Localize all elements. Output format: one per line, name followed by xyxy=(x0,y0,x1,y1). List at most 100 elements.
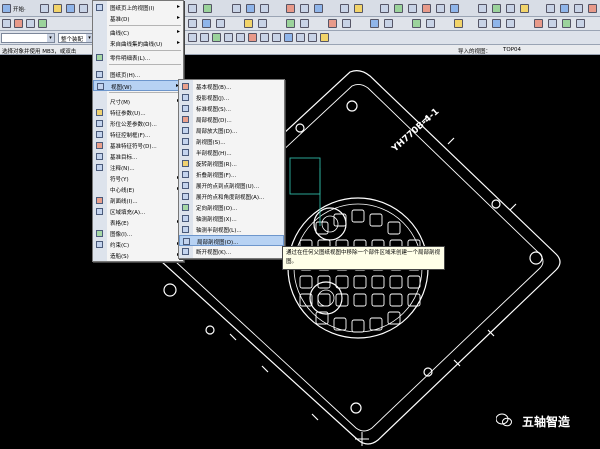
start-menu-button[interactable]: 开始· xyxy=(13,5,26,13)
select-icon[interactable] xyxy=(2,19,11,28)
pattern-icon[interactable] xyxy=(412,19,421,28)
menu-item-hatch[interactable]: 剖面线(I)... xyxy=(93,195,183,206)
detail-icon[interactable] xyxy=(560,4,569,13)
menu-item-projected-view[interactable]: 投影视图(J)... xyxy=(179,92,284,103)
offset-icon[interactable] xyxy=(328,19,337,28)
zoom-icon[interactable] xyxy=(232,4,241,13)
save-icon[interactable] xyxy=(66,4,75,13)
snap-endpoint-icon[interactable] xyxy=(188,33,197,42)
mirror-icon[interactable] xyxy=(342,19,351,28)
style-icon[interactable] xyxy=(534,19,543,28)
table-icon[interactable] xyxy=(450,4,459,13)
line-icon[interactable] xyxy=(202,19,211,28)
trim-icon[interactable] xyxy=(286,19,295,28)
fillet-icon[interactable] xyxy=(384,19,393,28)
menu-item-note[interactable]: 注释(N)... xyxy=(93,162,183,173)
pan-icon[interactable] xyxy=(246,4,255,13)
menu-item-partial-view[interactable]: 局部视图(D)... xyxy=(179,114,284,125)
crosshair-icon[interactable] xyxy=(258,19,267,28)
menu-item-half-section[interactable]: 半剖视图(H)... xyxy=(179,147,284,158)
shade-icon[interactable] xyxy=(300,4,309,13)
snap-intersection-icon[interactable] xyxy=(236,33,245,42)
menu-item-gdt-param[interactable]: 形位公差参数(O)... xyxy=(93,118,183,129)
grid-icon[interactable] xyxy=(38,19,47,28)
menu-item-unfolded-p2p[interactable]: 展开的点到点剖视图(U)... xyxy=(179,180,284,191)
snap-arc-icon[interactable] xyxy=(272,33,281,42)
dimension-icon[interactable] xyxy=(408,4,417,13)
menu-item-broken-view[interactable]: 断开视图(K)... xyxy=(179,246,284,257)
align-icon[interactable] xyxy=(506,19,515,28)
scope-combo[interactable]: 整个装配 ▾ xyxy=(58,33,94,43)
menu-item-constraint[interactable]: 约束(C)▸ xyxy=(93,239,183,250)
hatch-icon[interactable] xyxy=(492,4,501,13)
menu-item-detail-view[interactable]: 局部放大图(D)... xyxy=(179,125,284,136)
menu-item-table[interactable]: 表格(E)▸ xyxy=(93,217,183,228)
menu-item-curve-from-set[interactable]: 来自曲线集的曲线(U) ▸ xyxy=(93,38,183,49)
font-icon[interactable] xyxy=(562,19,571,28)
measure-icon[interactable] xyxy=(380,4,389,13)
snap-bounded-icon[interactable] xyxy=(320,33,329,42)
symbol-icon[interactable] xyxy=(436,4,445,13)
menu-item-view[interactable]: 视图(W)▸ xyxy=(93,80,183,91)
circle-icon[interactable] xyxy=(244,19,253,28)
menu-item-dimension[interactable]: 尺寸(M)▸ xyxy=(93,96,183,107)
snap-midpoint-icon[interactable] xyxy=(200,33,209,42)
section-icon[interactable] xyxy=(546,4,555,13)
menu-item-symbol[interactable]: 符号(Y)▸ xyxy=(93,173,183,184)
centerline-icon[interactable] xyxy=(478,4,487,13)
menu-item-area-fill[interactable]: 区域填充(A)... xyxy=(93,206,183,217)
menu-item-parts-list[interactable]: 零件明细表(L)... xyxy=(93,52,183,63)
print-icon[interactable] xyxy=(79,4,88,13)
menu-item-standard-view[interactable]: 标准视图(S)... xyxy=(179,103,284,114)
menu-item-folded-section[interactable]: 折叠剖视图(F)... xyxy=(179,169,284,180)
menu-item-view-on-sheet[interactable]: 图纸页上的视图(I) ▸ xyxy=(93,2,183,13)
menu-item-base-view[interactable]: 基本视图(B)... xyxy=(179,81,284,92)
menu-item-centerline[interactable]: 中心线(E)▸ xyxy=(93,184,183,195)
snap-perpendicular-icon[interactable] xyxy=(296,33,305,42)
snap-tangent-icon[interactable] xyxy=(248,33,257,42)
point-icon[interactable] xyxy=(188,19,197,28)
target-icon[interactable] xyxy=(478,19,487,28)
color-icon[interactable] xyxy=(548,19,557,28)
settings-icon[interactable] xyxy=(588,4,597,13)
orient-icon[interactable] xyxy=(492,19,501,28)
view-icon[interactable] xyxy=(520,4,529,13)
update-icon[interactable] xyxy=(574,4,583,13)
menu-item-datum-target[interactable]: 基准目标... xyxy=(93,151,183,162)
rotate-icon[interactable] xyxy=(260,4,269,13)
menu-item-break-out-section[interactable]: 局部剖视图(O)... xyxy=(179,235,284,246)
redo-icon[interactable] xyxy=(203,4,212,13)
layer-icon[interactable] xyxy=(340,4,349,13)
chamfer-icon[interactable] xyxy=(370,19,379,28)
menu-item-datum-feature[interactable]: 基准特征符号(D)... xyxy=(93,140,183,151)
snap-center-icon[interactable] xyxy=(212,33,221,42)
menu-item-oriented-section[interactable]: 定向剖视图(O)... xyxy=(179,202,284,213)
menu-item-pictorial-half[interactable]: 轴测半剖视图(L)... xyxy=(179,224,284,235)
menu-item-curve[interactable]: 曲线(C) ▸ xyxy=(93,27,183,38)
annotation-icon[interactable] xyxy=(422,4,431,13)
nx-start-icon[interactable] xyxy=(2,4,11,13)
wireframe-icon[interactable] xyxy=(314,4,323,13)
snap-nearest-icon[interactable] xyxy=(284,33,293,42)
type-filter-combo[interactable]: ▾ xyxy=(1,33,55,43)
analysis-icon[interactable] xyxy=(394,4,403,13)
extend-icon[interactable] xyxy=(300,19,309,28)
snap-point-icon[interactable] xyxy=(260,33,269,42)
filter-icon[interactable] xyxy=(14,19,23,28)
open-file-icon[interactable] xyxy=(53,4,62,13)
menu-item-feature-param[interactable]: 特征参数(U)... xyxy=(93,107,183,118)
move-icon[interactable] xyxy=(426,19,435,28)
menu-item-section-view[interactable]: 剖视图(S)... xyxy=(179,136,284,147)
snap-grid-icon[interactable] xyxy=(308,33,317,42)
datum-icon[interactable] xyxy=(506,4,515,13)
fit-icon[interactable] xyxy=(286,4,295,13)
menu-item-revolved-section[interactable]: 旋转剖视图(R)... xyxy=(179,158,284,169)
new-file-icon[interactable] xyxy=(40,4,49,13)
menu-item-image[interactable]: 图像(I)... xyxy=(93,228,183,239)
snap-icon[interactable] xyxy=(26,19,35,28)
info-icon[interactable] xyxy=(576,19,585,28)
menu-item-shipbuilding[interactable]: 造船(S)▸ xyxy=(93,250,183,261)
show-hide-icon[interactable] xyxy=(354,4,363,13)
snap-quadrant-icon[interactable] xyxy=(224,33,233,42)
menu-item-datum[interactable]: 基准(D) ▸ xyxy=(93,13,183,24)
